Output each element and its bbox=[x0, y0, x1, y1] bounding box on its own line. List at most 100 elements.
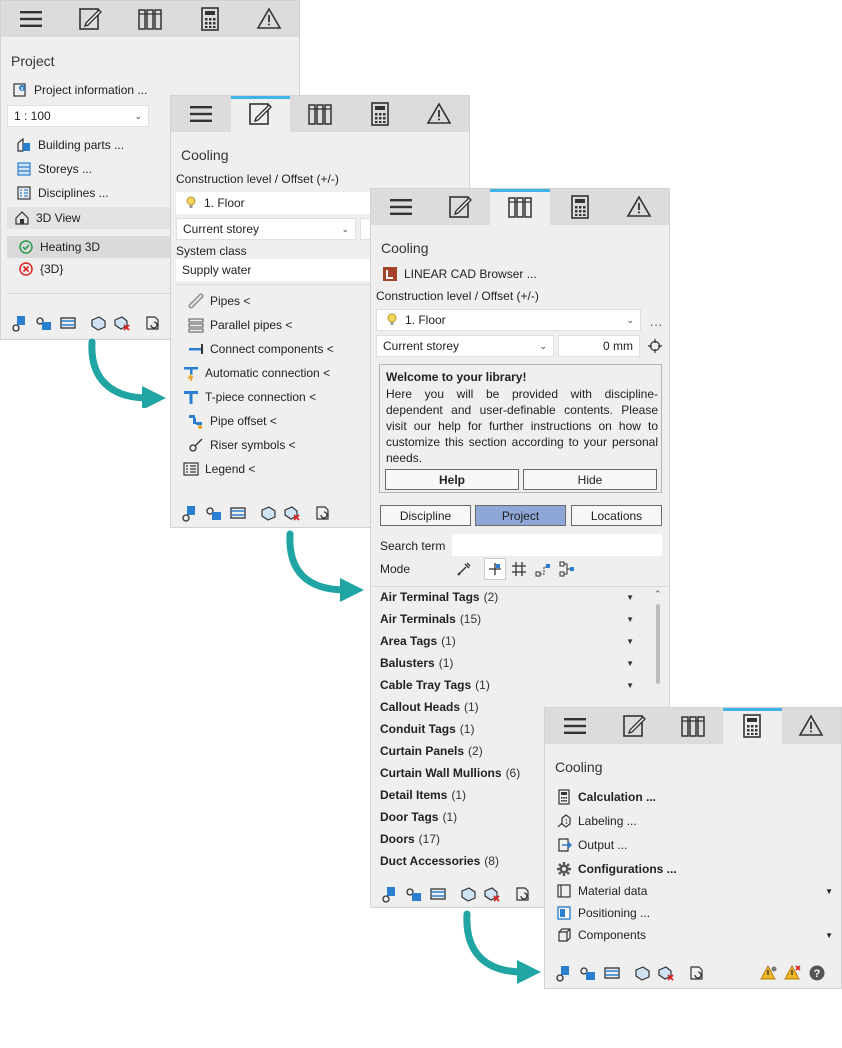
tool-t-piece-connection[interactable]: T-piece connection < bbox=[182, 388, 316, 406]
locations-tab-button[interactable]: Locations bbox=[571, 505, 662, 526]
connect-component-icon[interactable] bbox=[34, 313, 54, 333]
tab-edit[interactable] bbox=[61, 1, 121, 37]
tab-library[interactable] bbox=[663, 708, 722, 744]
category-item[interactable]: Cable Tray Tags (1) ▼ bbox=[380, 678, 640, 692]
refresh-icon[interactable] bbox=[512, 884, 532, 904]
calculation-item[interactable]: Calculation ... bbox=[555, 788, 656, 806]
place-mode-icon[interactable] bbox=[484, 558, 506, 580]
insert-component-icon[interactable] bbox=[180, 503, 200, 523]
connect-component-icon[interactable] bbox=[578, 963, 598, 983]
tab-library[interactable] bbox=[120, 1, 180, 37]
scroll-up-icon[interactable]: ⌃ bbox=[654, 589, 662, 600]
tab-edit[interactable] bbox=[431, 189, 491, 225]
tool-parallel-pipes[interactable]: Parallel pipes < bbox=[187, 316, 292, 334]
tab-warnings[interactable] bbox=[609, 189, 669, 225]
hatch-icon[interactable] bbox=[228, 503, 248, 523]
project-tab-button[interactable]: Project bbox=[475, 505, 566, 526]
refresh-icon[interactable] bbox=[686, 963, 706, 983]
category-item[interactable]: Balusters (1) ▼ bbox=[380, 656, 640, 670]
eyedropper-icon[interactable] bbox=[453, 558, 475, 580]
storeys-item[interactable]: Storeys ... bbox=[15, 160, 92, 178]
caret-down-icon[interactable]: ▼ bbox=[626, 593, 634, 602]
tab-calculator[interactable] bbox=[350, 96, 410, 132]
tool-legend[interactable]: Legend < bbox=[182, 460, 255, 478]
connect-mode-icon[interactable] bbox=[556, 558, 578, 580]
tab-calculator[interactable] bbox=[550, 189, 610, 225]
crosshair-icon[interactable] bbox=[647, 338, 663, 354]
hatch-icon[interactable] bbox=[428, 884, 448, 904]
object-icon[interactable] bbox=[258, 503, 278, 523]
tab-calculator[interactable] bbox=[722, 708, 783, 744]
connect-component-icon[interactable] bbox=[404, 884, 424, 904]
output-item[interactable]: Output ... bbox=[555, 836, 627, 854]
heating-3d-item[interactable]: Heating 3D bbox=[17, 238, 100, 256]
warning-delete-icon[interactable] bbox=[783, 963, 803, 983]
insert-component-icon[interactable] bbox=[554, 963, 574, 983]
help-icon[interactable]: ? bbox=[807, 963, 827, 983]
system-class-field[interactable]: Supply water bbox=[176, 259, 376, 281]
tab-menu[interactable] bbox=[545, 708, 604, 744]
offset-field[interactable]: 0 mm bbox=[558, 335, 640, 357]
building-parts-item[interactable]: Building parts ... bbox=[15, 136, 124, 154]
refresh-icon[interactable] bbox=[142, 313, 162, 333]
connect-component-icon[interactable] bbox=[204, 503, 224, 523]
storey-select[interactable]: Current storey ⌄ bbox=[176, 218, 356, 240]
scrollbar[interactable]: ⌃ bbox=[653, 589, 663, 689]
caret-down-icon[interactable]: ▼ bbox=[626, 637, 634, 646]
tool-pipe-offset[interactable]: Pipe offset < bbox=[187, 412, 277, 430]
floor-select[interactable]: 1. Floor ⌄ bbox=[376, 309, 641, 331]
configurations-item[interactable]: Configurations ... bbox=[555, 860, 677, 878]
insert-component-icon[interactable] bbox=[380, 884, 400, 904]
delete-object-icon[interactable] bbox=[282, 503, 302, 523]
linear-cad-browser-item[interactable]: LINEAR CAD Browser ... bbox=[381, 265, 537, 283]
tab-edit[interactable] bbox=[230, 96, 291, 132]
floor-select[interactable]: 1. Floor bbox=[176, 192, 376, 214]
category-item[interactable]: Air Terminal Tags (2) ▼ bbox=[380, 590, 640, 604]
category-item[interactable]: Area Tags (1) ▼ bbox=[380, 634, 640, 648]
scale-select[interactable]: 1 : 100 ⌄ bbox=[7, 105, 149, 127]
storey-select[interactable]: Current storey ⌄ bbox=[376, 335, 554, 357]
tab-warnings[interactable] bbox=[409, 96, 469, 132]
view-3d-item[interactable]: {3D} bbox=[17, 260, 63, 278]
3d-view-item[interactable]: 3D View bbox=[13, 209, 80, 227]
tool-automatic-connection[interactable]: Automatic connection < bbox=[182, 364, 330, 382]
delete-object-icon[interactable] bbox=[656, 963, 676, 983]
refresh-icon[interactable] bbox=[312, 503, 332, 523]
route-mode-icon[interactable] bbox=[532, 558, 554, 580]
hide-button[interactable]: Hide bbox=[523, 469, 657, 490]
disciplines-item[interactable]: Disciplines ... bbox=[15, 184, 109, 202]
components-item[interactable]: Components ▼ bbox=[555, 926, 833, 944]
object-icon[interactable] bbox=[88, 313, 108, 333]
tab-menu[interactable] bbox=[371, 189, 431, 225]
tab-warnings[interactable] bbox=[782, 708, 841, 744]
material-data-item[interactable]: Material data ▼ bbox=[555, 882, 833, 900]
caret-down-icon[interactable]: ▼ bbox=[626, 615, 634, 624]
tool-pipes[interactable]: Pipes < bbox=[187, 292, 250, 310]
caret-down-icon[interactable]: ▼ bbox=[825, 931, 833, 940]
tab-menu[interactable] bbox=[1, 1, 61, 37]
tab-library[interactable] bbox=[290, 96, 350, 132]
hatch-icon[interactable] bbox=[602, 963, 622, 983]
positioning-item[interactable]: Positioning ... bbox=[555, 904, 650, 922]
grid-mode-icon[interactable] bbox=[508, 558, 530, 580]
tab-warnings[interactable] bbox=[239, 1, 299, 37]
tool-riser-symbols[interactable]: Riser symbols < bbox=[187, 436, 296, 454]
delete-object-icon[interactable] bbox=[482, 884, 502, 904]
discipline-tab-button[interactable]: Discipline bbox=[380, 505, 471, 526]
tab-menu[interactable] bbox=[171, 96, 231, 132]
object-icon[interactable] bbox=[458, 884, 478, 904]
more-button[interactable]: ... bbox=[650, 315, 663, 329]
object-icon[interactable] bbox=[632, 963, 652, 983]
warning-config-icon[interactable] bbox=[759, 963, 779, 983]
caret-down-icon[interactable]: ▼ bbox=[626, 681, 634, 690]
caret-down-icon[interactable]: ▼ bbox=[825, 887, 833, 896]
insert-component-icon[interactable] bbox=[10, 313, 30, 333]
scroll-thumb[interactable] bbox=[656, 604, 660, 684]
delete-object-icon[interactable] bbox=[112, 313, 132, 333]
project-information-item[interactable]: Project information ... bbox=[11, 81, 147, 99]
labeling-item[interactable]: 1 Labeling ... bbox=[555, 812, 637, 830]
tab-edit[interactable] bbox=[604, 708, 663, 744]
hatch-icon[interactable] bbox=[58, 313, 78, 333]
tab-library[interactable] bbox=[490, 189, 550, 225]
help-button[interactable]: Help bbox=[385, 469, 519, 490]
